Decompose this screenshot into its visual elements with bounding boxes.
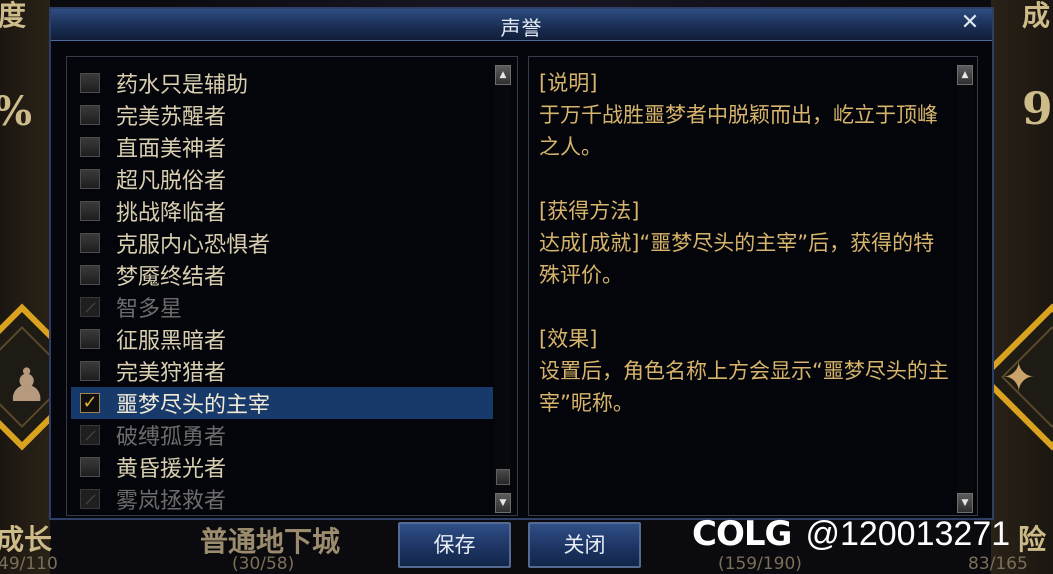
description-panel: [说明] 于万千战胜噩梦者中脱颖而出，屹立于顶峰之人。 [获得方法] 达成[成就… bbox=[528, 56, 978, 516]
title-list-item[interactable]: 征服黑暗者 bbox=[71, 323, 491, 355]
list-scrollbar[interactable]: ▲ ▼ bbox=[495, 65, 511, 513]
title-list: 药水只是辅助 完美苏醒者直面美神者超凡脱俗者挑战降临者克服内心恐惧者 梦魇终结者智多… bbox=[71, 67, 493, 515]
title-checkbox[interactable] bbox=[80, 137, 100, 157]
title-list-item[interactable]: 超凡脱俗者 bbox=[71, 163, 491, 195]
close-icon[interactable]: ✕ bbox=[958, 11, 982, 35]
title-list-item[interactable]: 药水只是辅助 bbox=[71, 67, 491, 99]
title-list-item[interactable]: 直面美神者 bbox=[71, 131, 491, 163]
save-button[interactable]: 保存 bbox=[398, 522, 511, 568]
title-checkbox[interactable] bbox=[80, 329, 100, 349]
title-list-label: 智多星 bbox=[116, 297, 183, 322]
title-list-label: 梦魇终结者 bbox=[116, 265, 227, 290]
title-list-item[interactable]: 挑战降临者 bbox=[71, 195, 491, 227]
title-checkbox[interactable] bbox=[80, 457, 100, 477]
effect-heading: [效果] bbox=[539, 327, 598, 351]
watermark-handle: @120013271 bbox=[805, 514, 1011, 553]
arrow-up-icon[interactable]: ▲ bbox=[495, 65, 511, 85]
title-checkbox[interactable] bbox=[80, 201, 100, 221]
title-list-label: 超凡脱俗者 bbox=[116, 169, 227, 194]
title-list-item[interactable]: 梦魇终结者 bbox=[71, 259, 491, 291]
title-checkbox[interactable]: ✓ bbox=[80, 393, 100, 413]
title-list-label: 完美狩猎者 bbox=[116, 361, 227, 386]
title-checkbox[interactable] bbox=[80, 169, 100, 189]
left-percent: % bbox=[0, 88, 32, 135]
title-list-item[interactable]: 智多星 bbox=[71, 291, 491, 323]
left-category-label: 成长 bbox=[0, 523, 53, 556]
reputation-dialog: 声誉 ✕ 药水只是辅助 完美苏醒者直面美神者超凡脱俗者挑战降临者克服内心恐惧者 梦魇… bbox=[49, 7, 994, 520]
right-number: 9 bbox=[1022, 84, 1053, 135]
dialog-titlebar[interactable]: 声誉 ✕ bbox=[51, 9, 992, 41]
right-top-char: 成 bbox=[1022, 0, 1051, 32]
title-list-panel: 药水只是辅助 完美苏醒者直面美神者超凡脱俗者挑战降临者克服内心恐惧者 梦魇终结者智多… bbox=[66, 56, 518, 516]
title-list-item[interactable]: 完美苏醒者 bbox=[71, 99, 491, 131]
title-list-label: 黄昏援光者 bbox=[116, 457, 227, 482]
title-checkbox bbox=[80, 425, 100, 445]
title-checkbox[interactable] bbox=[80, 265, 100, 285]
bottom-right-count: (159/190) bbox=[718, 554, 802, 574]
effect-body: 设置后，角色名称上方会显示“噩梦尽头的主宰”昵称。 bbox=[539, 359, 949, 415]
checkmark-icon: ✓ bbox=[82, 392, 98, 413]
scrollbar-thumb[interactable] bbox=[496, 469, 510, 485]
left-category-count: 49/110 bbox=[0, 554, 58, 574]
title-checkbox bbox=[80, 489, 100, 509]
title-list-label: 直面美神者 bbox=[116, 137, 227, 162]
title-checkbox bbox=[80, 297, 100, 317]
acquisition-heading: [获得方法] bbox=[539, 199, 640, 223]
dialog-title: 声誉 bbox=[500, 16, 543, 40]
description-scrollbar[interactable]: ▲ ▼ bbox=[957, 65, 973, 513]
colg-logo: COLG bbox=[692, 514, 792, 554]
description-heading: [说明] bbox=[539, 71, 598, 95]
arrow-down-icon[interactable]: ▼ bbox=[495, 493, 511, 513]
title-list-label: 完美苏醒者 bbox=[116, 105, 227, 130]
title-list-label: 破缚孤勇者 bbox=[116, 425, 227, 450]
left-top-char: 度 bbox=[0, 0, 27, 32]
arrow-up-icon[interactable]: ▲ bbox=[957, 65, 973, 85]
title-list-label: 征服黑暗者 bbox=[116, 329, 227, 354]
title-list-item[interactable]: 破缚孤勇者 bbox=[71, 419, 491, 451]
title-checkbox[interactable] bbox=[80, 361, 100, 381]
title-list-item[interactable]: ✓ 噩梦尽头的主宰 bbox=[71, 387, 493, 419]
title-list-item[interactable]: 雾岚拯救者 bbox=[71, 483, 491, 515]
right-category-label: 险 bbox=[1018, 523, 1047, 556]
title-list-label: 雾岚拯救者 bbox=[116, 489, 227, 514]
title-list-item[interactable]: 完美狩猎者 bbox=[71, 355, 491, 387]
title-checkbox[interactable] bbox=[80, 105, 100, 125]
left-achievement-panel bbox=[0, 0, 50, 574]
watermark: COLG @120013271 bbox=[692, 514, 1010, 554]
title-list-item[interactable]: 克服内心恐惧者 bbox=[71, 227, 491, 259]
acquisition-body: 达成[成就]“噩梦尽头的主宰”后，获得的特殊评价。 bbox=[539, 231, 935, 287]
title-checkbox[interactable] bbox=[80, 73, 100, 93]
right-category-count: 83/165 bbox=[968, 554, 1028, 574]
close-button[interactable]: 关闭 bbox=[528, 522, 641, 568]
body-silhouette-icon: ♟ bbox=[6, 358, 48, 412]
title-list-label: 克服内心恐惧者 bbox=[116, 233, 271, 258]
title-list-label: 噩梦尽头的主宰 bbox=[116, 393, 271, 418]
bottom-center-count: (30/58) bbox=[232, 554, 295, 574]
title-list-label: 药水只是辅助 bbox=[116, 73, 249, 98]
title-list-label: 挑战降临者 bbox=[116, 201, 227, 226]
arrow-down-icon[interactable]: ▼ bbox=[957, 493, 973, 513]
title-checkbox[interactable] bbox=[80, 233, 100, 253]
description-text: [说明] 于万千战胜噩梦者中脱颖而出，屹立于顶峰之人。 [获得方法] 达成[成就… bbox=[539, 67, 949, 451]
description-body: 于万千战胜噩梦者中脱颖而出，屹立于顶峰之人。 bbox=[539, 103, 938, 159]
title-list-item[interactable]: 黄昏援光者 bbox=[71, 451, 491, 483]
compass-icon: ✦ bbox=[1002, 355, 1036, 401]
